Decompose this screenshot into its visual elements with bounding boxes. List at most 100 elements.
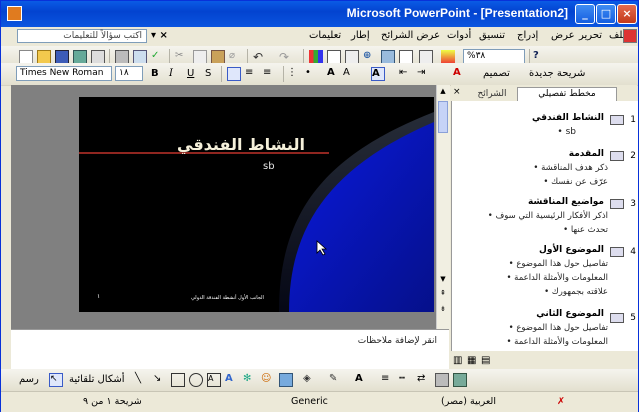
slide-canvas[interactable]: النشاط الفندقي sb الجانب الأول أنشطة الف… xyxy=(79,97,434,312)
bullets-icon[interactable]: • xyxy=(305,67,319,81)
picture-icon[interactable] xyxy=(279,373,293,387)
hyperlink-icon[interactable]: ⊕ xyxy=(363,50,377,64)
minimize-button[interactable]: _ xyxy=(575,4,595,24)
menu-format[interactable]: تنسيق xyxy=(479,30,505,41)
outline-bullet[interactable]: • sb xyxy=(557,127,576,137)
copy-icon[interactable] xyxy=(193,50,207,64)
tab-outline[interactable]: مخطط تفصيلي xyxy=(517,87,617,101)
outline-slide-title[interactable]: مواضيع المناقشة xyxy=(528,197,604,207)
scroll-thumb[interactable] xyxy=(438,101,448,133)
outline-slide-title[interactable]: النشاط الفندقي xyxy=(532,113,604,123)
draw-menu-button[interactable]: رسم xyxy=(19,374,39,385)
line-color-icon[interactable]: ✎ xyxy=(329,373,343,387)
next-slide-icon[interactable]: ⇟ xyxy=(438,305,448,315)
email-icon[interactable] xyxy=(91,50,105,64)
slide-thumbnail-icon[interactable] xyxy=(610,199,624,209)
align-center-icon[interactable]: ≡ xyxy=(245,67,259,81)
tables-borders-icon[interactable] xyxy=(345,50,359,64)
text-direction-icon[interactable]: A xyxy=(371,67,385,81)
rectangle-icon[interactable] xyxy=(171,373,185,387)
spelling-icon[interactable]: ✓ xyxy=(151,50,165,64)
scroll-down-icon[interactable]: ▼ xyxy=(438,275,448,285)
decrease-font-icon[interactable]: A xyxy=(343,67,357,81)
print-icon[interactable] xyxy=(115,50,129,64)
format-painter-icon[interactable]: ⌀ xyxy=(229,50,243,64)
slide-thumbnail-icon[interactable] xyxy=(610,115,624,125)
outline-bullet[interactable]: • عرّف عن نفسك xyxy=(543,177,608,187)
undo-icon[interactable]: ↶ xyxy=(253,50,267,64)
italic-button[interactable]: I xyxy=(169,68,183,82)
help-close-icon[interactable]: ▾ × xyxy=(151,30,168,41)
arrow-style-icon[interactable]: ⇄ xyxy=(417,373,431,387)
outline-pane[interactable]: 1 النشاط الفندقي • sb 2 المقدمة • ذكر هد… xyxy=(451,101,638,351)
autoshapes-button[interactable]: أشكال تلقائية xyxy=(69,374,125,385)
slide-thumbnail-icon[interactable] xyxy=(610,313,624,323)
outline-bullet[interactable]: • تحدث عنها xyxy=(563,225,608,235)
menu-insert[interactable]: إدراج xyxy=(517,30,538,41)
open-icon[interactable] xyxy=(37,50,51,64)
outline-bullet[interactable]: • المعلومات والأمثلة الداعمة xyxy=(506,273,608,283)
spelling-status-icon[interactable]: ✗ xyxy=(557,396,565,407)
normal-view-icon[interactable]: ▥ xyxy=(453,355,462,366)
notes-pane[interactable]: انقر لإضافة ملاحظات xyxy=(11,329,449,372)
font-color-icon[interactable]: A xyxy=(453,67,467,81)
3d-style-icon[interactable] xyxy=(453,373,467,387)
close-button[interactable]: × xyxy=(617,4,637,24)
clipart-icon[interactable]: ☺ xyxy=(261,373,275,387)
expand-all-icon[interactable] xyxy=(381,50,395,64)
shadow-button[interactable]: S xyxy=(205,68,219,82)
previous-slide-icon[interactable]: ⇞ xyxy=(438,289,448,299)
slide-sorter-icon[interactable]: ▦ xyxy=(467,355,476,366)
outline-bullet[interactable]: • اذكر الأفكار الرئيسية التي سوف xyxy=(488,211,608,221)
paste-icon[interactable] xyxy=(211,50,225,64)
cut-icon[interactable]: ✂ xyxy=(175,50,189,64)
show-formatting-icon[interactable] xyxy=(399,50,413,64)
maximize-button[interactable]: □ xyxy=(596,4,616,24)
menu-slideshow[interactable]: عرض الشرائح xyxy=(381,30,440,41)
increase-font-icon[interactable]: A xyxy=(327,67,341,81)
pane-close-icon[interactable]: × xyxy=(453,87,461,97)
outline-slide-title[interactable]: الموضوع الثاني xyxy=(536,309,604,319)
wordart-icon[interactable]: A xyxy=(225,373,239,387)
font-size-select[interactable]: ١٨ xyxy=(115,66,143,81)
fill-color-icon[interactable]: ◈ xyxy=(303,373,317,387)
line-style-icon[interactable]: ≡ xyxy=(381,373,395,387)
slide-vertical-scrollbar[interactable]: ▲ ▼ ⇞ ⇟ xyxy=(436,85,450,329)
outline-bullet[interactable]: • تفاصيل حول هذا الموضوع xyxy=(509,259,608,269)
new-slide-button[interactable]: شريحة جديدة xyxy=(529,68,585,79)
diagram-icon[interactable]: ✻ xyxy=(243,373,257,387)
select-objects-icon[interactable]: ↖ xyxy=(49,373,63,387)
numbering-icon[interactable]: ⋮ xyxy=(287,67,301,81)
shadow-style-icon[interactable] xyxy=(435,373,449,387)
slide-thumbnail-icon[interactable] xyxy=(610,247,624,257)
slideshow-icon[interactable]: ▤ xyxy=(481,355,490,366)
menu-edit[interactable]: تحرير xyxy=(579,30,602,41)
insert-chart-icon[interactable] xyxy=(309,50,323,64)
align-right-icon[interactable]: ≡ xyxy=(263,67,277,81)
dash-style-icon[interactable]: ┅ xyxy=(399,373,413,387)
outline-bullet[interactable]: • علاقته بجمهورك xyxy=(544,287,608,297)
insert-table-icon[interactable] xyxy=(327,50,341,64)
tab-slides[interactable]: الشرائح xyxy=(465,88,519,101)
slide-title[interactable]: النشاط الفندقي xyxy=(177,135,305,154)
menu-window[interactable]: إطار xyxy=(351,30,370,41)
menu-help[interactable]: تعليمات xyxy=(309,30,341,41)
outdent-icon[interactable]: ⇥ xyxy=(417,67,431,81)
font-color-draw-icon[interactable]: A xyxy=(355,373,369,387)
permission-icon[interactable] xyxy=(73,50,87,64)
help-search-input[interactable]: اكتب سؤالاً للتعليمات xyxy=(17,29,147,43)
indent-icon[interactable]: ⇤ xyxy=(399,67,413,81)
underline-button[interactable]: U xyxy=(187,68,201,82)
design-button[interactable]: تصميم xyxy=(483,68,510,79)
slide-thumbnail-icon[interactable] xyxy=(610,151,624,161)
grid-icon[interactable] xyxy=(419,50,433,64)
line-icon[interactable]: ╲ xyxy=(135,373,149,387)
align-left-icon[interactable] xyxy=(227,67,241,81)
print-preview-icon[interactable] xyxy=(133,50,147,64)
color-grayscale-icon[interactable] xyxy=(441,50,455,64)
oval-icon[interactable] xyxy=(189,373,203,387)
menu-view[interactable]: عرض xyxy=(551,30,575,41)
scroll-up-icon[interactable]: ▲ xyxy=(438,87,448,97)
outline-bullet[interactable]: • المعلومات والأمثلة الداعمة xyxy=(506,337,608,347)
redo-icon[interactable]: ↷ xyxy=(279,50,293,64)
